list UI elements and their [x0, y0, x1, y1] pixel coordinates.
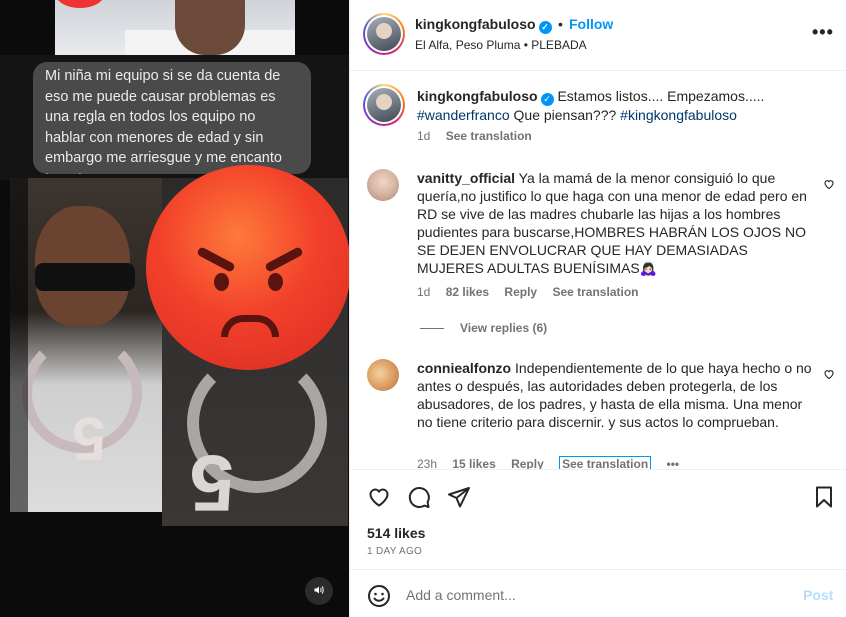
likes-count[interactable]: 514 likes [367, 525, 425, 541]
chat-bubble: Mi niña mi equipo si se da cuenta de eso… [33, 62, 311, 174]
author-avatar[interactable] [363, 13, 405, 55]
share-icon[interactable] [447, 485, 471, 509]
comment-likes[interactable]: 15 likes [452, 457, 495, 469]
comment-icon[interactable] [407, 485, 431, 509]
comment-input[interactable]: Add a comment... [406, 587, 516, 603]
comment-meta: 1d 82 likes Reply See translation [417, 285, 650, 299]
comment-username[interactable]: conniealfonzo [417, 360, 511, 376]
author-username-text[interactable]: kingkongfabuloso [415, 16, 536, 32]
comment-time[interactable]: 1d [417, 285, 430, 299]
caption-middle: Que piensan??? [509, 107, 621, 123]
view-replies-label[interactable]: View replies (6) [460, 321, 547, 335]
verified-icon: ✓ [540, 93, 554, 106]
reply-button[interactable]: Reply [511, 457, 544, 469]
post-timestamp[interactable]: 1 DAY AGO [367, 546, 422, 557]
like-comment-icon[interactable] [823, 178, 835, 190]
verified-icon: ✓ [538, 21, 552, 34]
comment-text: conniealfonzo Independientemente de lo q… [417, 359, 812, 431]
post-header: kingkongfabuloso ✓ • Follow El Alfa, Peso… [350, 0, 846, 71]
pendant-right: 5 [189, 439, 235, 528]
caption-username[interactable]: kingkongfabuloso [417, 88, 538, 104]
comment-text: vanitty_official Ya la mamá de la menor … [417, 169, 812, 277]
media-photo-left: 5 [10, 178, 165, 512]
commenter-avatar[interactable] [367, 359, 399, 391]
audio-toggle-button[interactable] [305, 577, 333, 605]
hashtag-link[interactable]: #wanderfranco [417, 107, 510, 123]
comment-more-icon[interactable]: ••• [667, 457, 680, 469]
bookmark-icon[interactable] [812, 485, 836, 509]
comment-meta: 23h 15 likes Reply See translation ••• [417, 456, 691, 469]
caption-body: Estamos listos.... Empezamos..... [557, 88, 765, 104]
see-translation-link[interactable]: See translation [446, 129, 532, 143]
see-translation-link[interactable]: See translation [552, 285, 638, 299]
view-replies-button[interactable]: View replies (6) [420, 321, 547, 335]
replies-divider [420, 328, 444, 330]
reply-button[interactable]: Reply [504, 285, 537, 299]
like-comment-icon[interactable] [823, 368, 835, 380]
post-details-panel: kingkongfabuloso ✓ • Follow El Alfa, Peso… [349, 0, 846, 617]
chat-strip [10, 178, 28, 512]
follow-button[interactable]: Follow [569, 16, 613, 32]
comment-username[interactable]: vanitty_official [417, 170, 515, 186]
more-options-icon[interactable]: ••• [812, 22, 834, 43]
heart-icon[interactable] [367, 485, 391, 509]
speaker-icon [314, 586, 324, 594]
comment-likes[interactable]: 82 likes [446, 285, 489, 299]
see-translation-link[interactable]: See translation [559, 456, 652, 469]
emoji-icon[interactable] [367, 584, 391, 608]
post-button[interactable]: Post [803, 587, 833, 603]
caption-time[interactable]: 1d [417, 129, 430, 143]
caption-text: kingkongfabuloso ✓ Estamos listos.... Emp… [417, 87, 812, 124]
pendant-left: 5 [72, 405, 106, 472]
author-username[interactable]: kingkongfabuloso ✓ [415, 16, 552, 34]
caption-meta: 1d See translation [417, 129, 544, 143]
post-media[interactable]: Mi niña mi equipo si se da cuenta de eso… [0, 0, 349, 617]
angry-face-emoji [146, 165, 349, 370]
caption-avatar[interactable] [363, 84, 405, 126]
hashtag-link[interactable]: #kingkongfabuloso [620, 107, 737, 123]
comments-section[interactable]: kingkongfabuloso ✓ Estamos listos.... Emp… [350, 71, 846, 469]
media-top-photo [55, 0, 295, 55]
comment-time[interactable]: 23h [417, 457, 437, 469]
audio-subtitle[interactable]: El Alfa, Peso Pluma • PLEBADA [415, 38, 587, 52]
commenter-avatar[interactable] [367, 169, 399, 201]
add-comment-bar: Add a comment... Post [350, 569, 846, 617]
post-actions: 514 likes 1 DAY AGO [350, 469, 846, 569]
separator-dot: • [558, 16, 563, 32]
sunglasses [35, 263, 135, 291]
